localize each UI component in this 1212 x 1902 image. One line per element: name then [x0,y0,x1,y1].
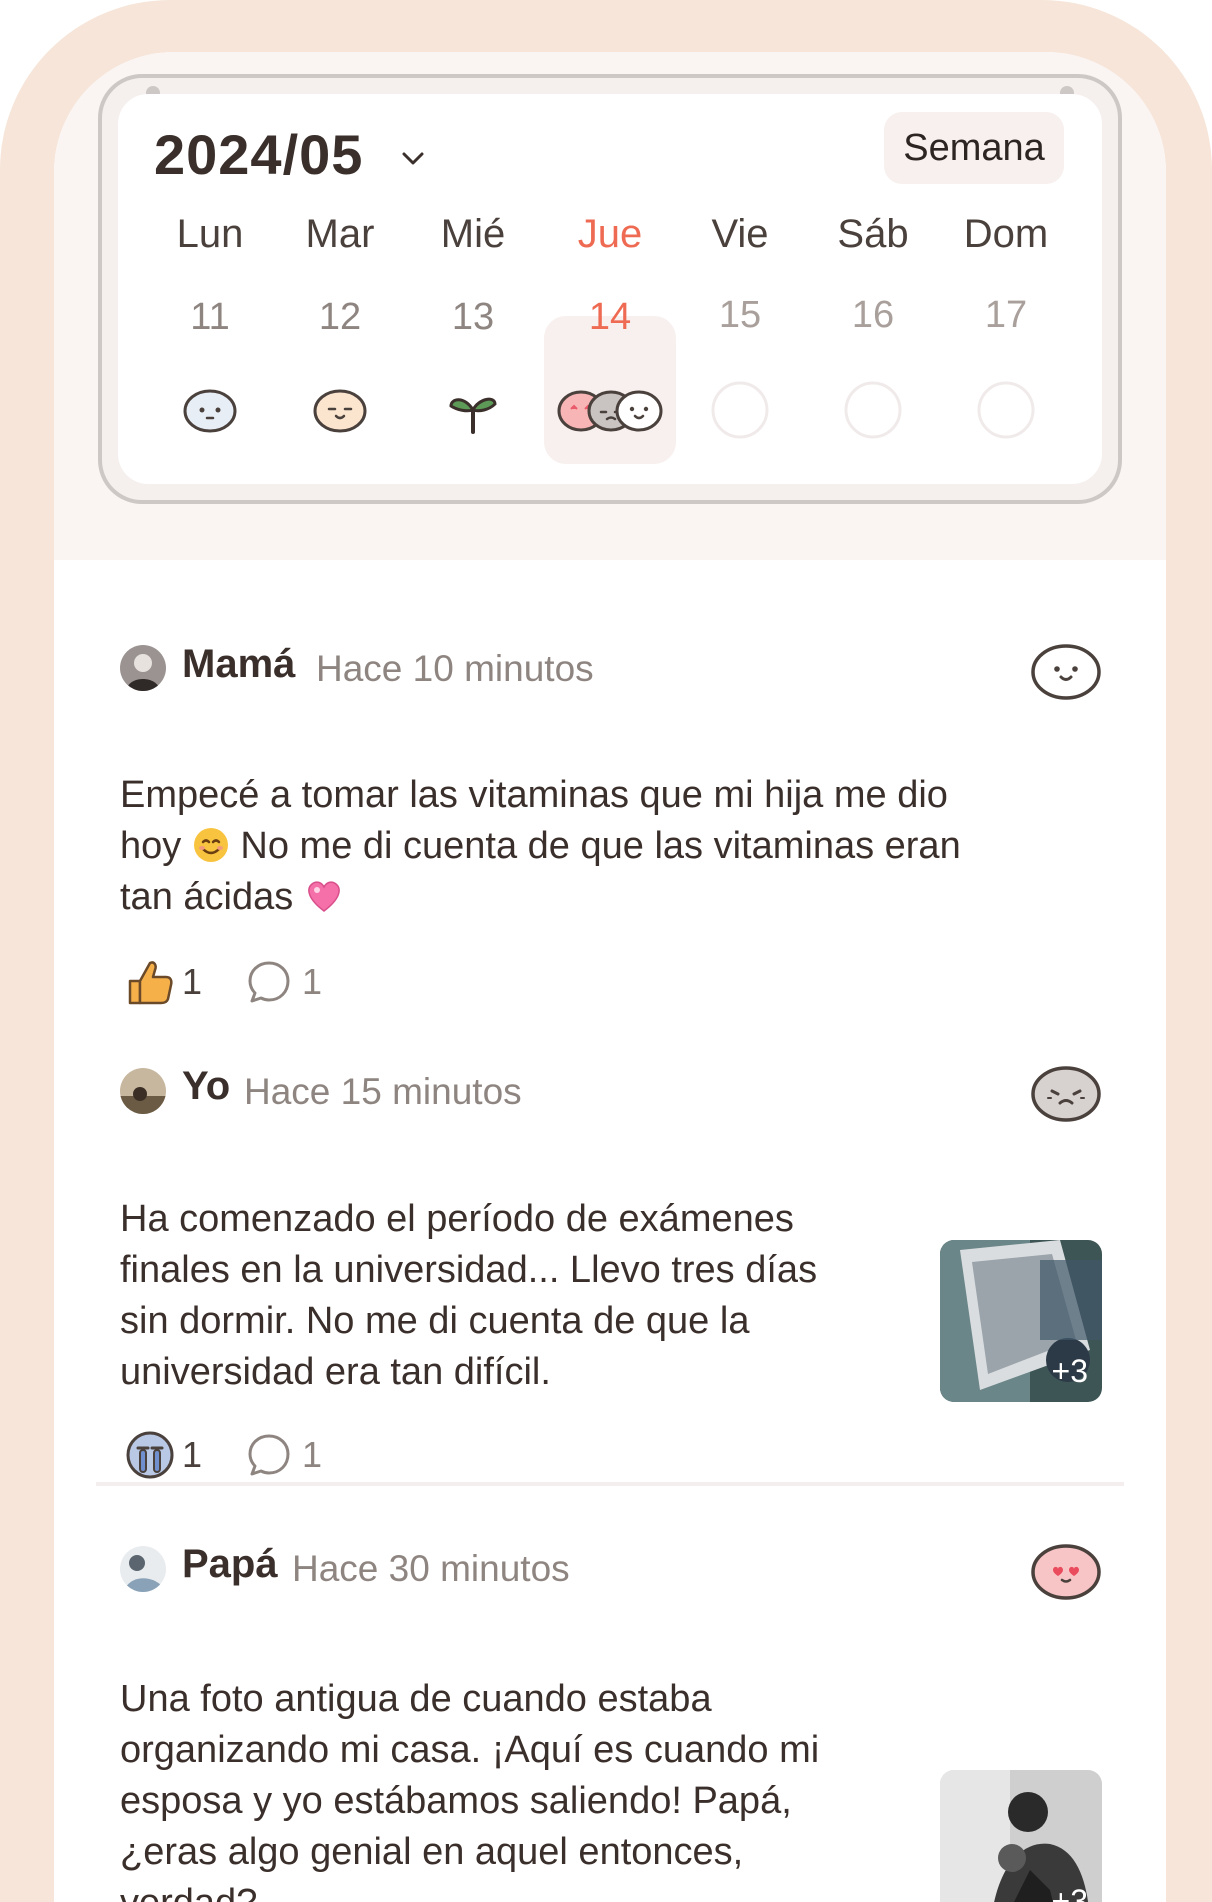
post-text-line: universidad era tan difícil. [120,1351,551,1393]
comment-count: 1 [302,961,323,1002]
post-text-line: Una foto antigua de cuando estaba [120,1678,712,1720]
avatar[interactable] [120,1546,166,1592]
date-17[interactable]: 17 [951,294,1061,337]
reaction-count: 1 [182,961,203,1002]
comment-icon [248,961,290,1003]
reaction-bar: 1 1 [124,957,322,1007]
date-15[interactable]: 15 [685,294,795,337]
date-14[interactable]: 14 [555,296,665,339]
date-13[interactable]: 13 [418,296,528,339]
multi-mood-icons [557,390,663,432]
post-time: Hace 15 minutos [244,1071,522,1112]
comment-button[interactable]: 1 [246,959,322,1005]
comment-count: 1 [302,1434,323,1475]
weekday-fri: Vie [711,212,769,256]
post-text-line: Ha comenzado el período de exámenes [120,1198,794,1240]
smiling-emoji-icon [193,828,228,862]
post-text-line: verdad? [120,1878,819,1902]
day-mood-11 [155,388,265,444]
post-text-line: Empecé a tomar las vitaminas que mi hija… [120,774,948,816]
weekday-sat: Sáb [837,212,909,256]
post-text-span: tan ácidas [120,876,294,918]
post-text-line: finales en la universidad... Llevo tres … [120,1249,818,1291]
post-text: Empecé a tomar las vitaminas que mi hija… [120,770,961,923]
weekday-mon: Lun [176,212,244,256]
post-text-line: esposa y yo estábamos saliendo! Papá, [120,1780,792,1822]
reaction-bar: 1 1 [124,1430,322,1480]
post-author: Yo [182,1064,231,1108]
app-screen: 2024/05 Semana Lun Mar Mié Jue Vie Sáb D… [54,52,1166,1902]
post-text-span: hoy [120,825,182,867]
empty-circle-icon [711,381,769,439]
post-text: Ha comenzado el período de exámenes fina… [120,1194,817,1398]
weekday-sun: Dom [963,212,1049,256]
weekday-tue: Mar [305,212,375,256]
week-view-button[interactable]: Semana [884,112,1064,184]
section-divider [96,1482,1124,1486]
month-label[interactable]: 2024/05 [154,122,363,187]
thumbs-up-icon[interactable] [124,957,176,1007]
weekday-thu: Jue [577,212,643,256]
smile-face-icon[interactable] [1030,642,1102,702]
empty-circle-icon [844,381,902,439]
more-photos-count: +3 [1051,1353,1088,1389]
phone-frame: 2024/05 Semana Lun Mar Mié Jue Vie Sáb D… [0,0,1212,1902]
chevron-down-icon[interactable] [402,148,424,170]
date-16[interactable]: 16 [818,294,928,337]
sprout-icon [449,397,497,434]
avatar[interactable] [120,1068,166,1114]
day-mood-13 [418,388,528,444]
crying-face-icon[interactable] [124,1430,176,1480]
comment-icon [248,1434,290,1476]
love-face-icon[interactable] [1030,1542,1102,1602]
post-text-line: sin dormir. No me di cuenta de que la [120,1300,750,1342]
post-author: Papá [182,1542,278,1586]
day-mood-17 [951,381,1061,444]
date-11[interactable]: 11 [155,296,265,339]
post-text: Una foto antigua de cuando estaba organi… [120,1674,819,1902]
post-photo[interactable]: +3 [940,1240,1102,1402]
comment-button[interactable]: 1 [246,1432,322,1478]
sparkling-heart-emoji-icon [307,881,340,912]
calendar-area: 2024/05 Semana Lun Mar Mié Jue Vie Sáb D… [54,52,1166,560]
post-time: Hace 10 minutos [316,648,594,689]
post-photo[interactable]: +3 [940,1770,1102,1902]
day-mood-12 [285,388,395,444]
day-mood-16 [818,381,928,444]
post-text-line: hoy No me di cuenta de que las vitaminas… [120,821,961,872]
day-mood-14 [555,388,665,444]
post-text-line: tan ácidas [120,872,961,923]
post-text-line: organizando mi casa. ¡Aquí es cuando mi [120,1729,820,1771]
weekday-wed: Mié [440,212,506,256]
day-mood-15 [685,381,795,444]
post-author: Mamá [182,642,296,686]
more-photos-count: +3 [1051,1883,1088,1902]
post-time: Hace 30 minutos [292,1548,570,1589]
date-12[interactable]: 12 [285,296,395,339]
content-face-icon [313,389,367,433]
avatar[interactable] [120,645,166,691]
post-text-span: No me di cuenta de que las vitaminas era… [240,825,961,867]
calm-face-icon [183,389,237,433]
sad-face-icon[interactable] [1030,1064,1102,1124]
empty-circle-icon [977,381,1035,439]
post-text-line: ¿eras algo genial en aquel entonces, [120,1831,744,1873]
reaction-count: 1 [182,1434,203,1475]
